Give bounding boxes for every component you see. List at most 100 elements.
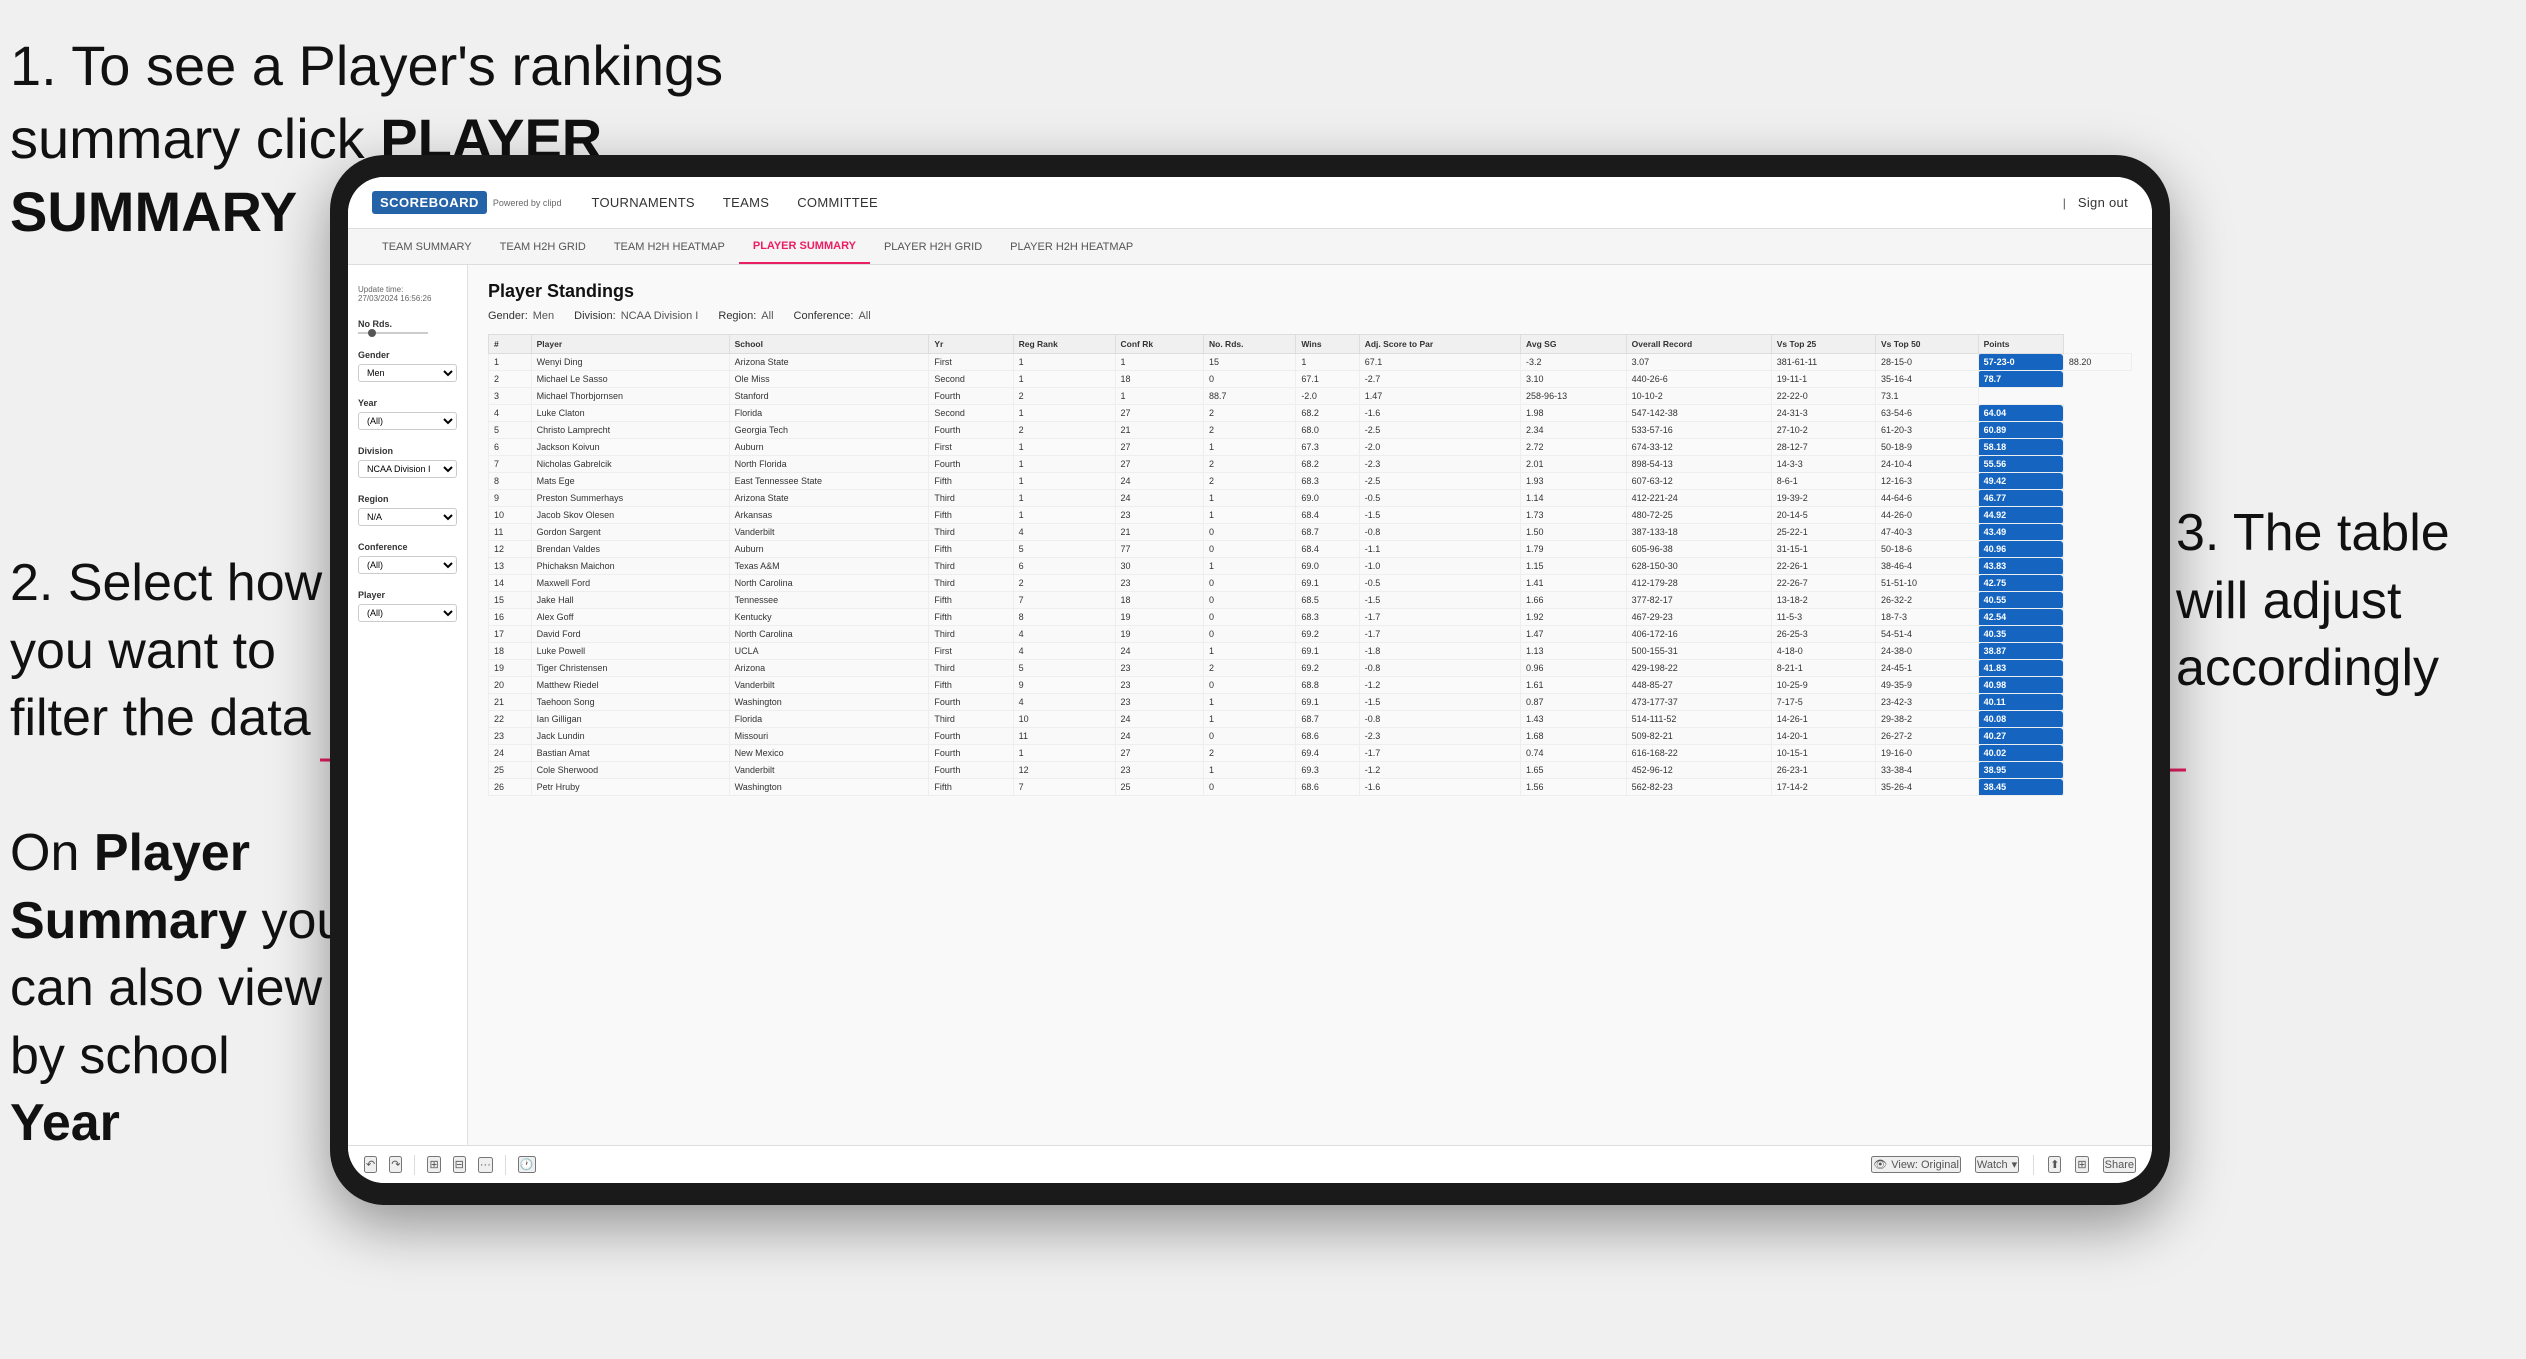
col-vs-top50: Vs Top 50 [1876,335,1979,354]
table-cell: 2 [1013,422,1115,439]
table-cell: 68.3 [1296,473,1359,490]
table-cell: 412-179-28 [1626,575,1771,592]
paste-button[interactable]: ⊟ [453,1156,466,1173]
share-button[interactable]: Share [2103,1157,2136,1173]
no-rds-slider[interactable] [358,332,457,334]
table-cell: 68.3 [1296,609,1359,626]
table-cell: -2.5 [1359,473,1520,490]
table-cell: 0 [1204,728,1296,745]
table-cell: 2 [1204,422,1296,439]
copy-button[interactable]: ⊞ [427,1156,440,1173]
table-cell: Florida [729,405,929,422]
table-cell: 3.07 [1626,354,1771,371]
table-cell: 29-38-2 [1876,711,1979,728]
nav-tournaments[interactable]: TOURNAMENTS [591,191,694,214]
tab-player-summary[interactable]: PLAYER SUMMARY [739,229,870,264]
more-button[interactable]: ··· [478,1157,493,1173]
tab-player-h2h-heatmap[interactable]: PLAYER H2H HEATMAP [996,229,1147,264]
table-cell: 88.20 [2063,354,2131,371]
table-cell: 24-31-3 [1771,405,1875,422]
table-cell: -1.1 [1359,541,1520,558]
gender-select[interactable]: Men [358,364,457,382]
table-cell: 0 [1204,541,1296,558]
table-cell: Washington [729,779,929,796]
table-cell: 26 [489,779,532,796]
table-cell: 40.35 [1978,626,2063,643]
table-cell: 1.14 [1521,490,1627,507]
table-cell: 10-10-2 [1626,388,1771,405]
filter-conference: Conference: All [794,310,871,322]
table-cell: Fourth [929,762,1013,779]
clock-button[interactable]: 🕐 [518,1156,536,1173]
table-cell: Fifth [929,541,1013,558]
table-cell: 0 [1204,626,1296,643]
col-vs-top25: Vs Top 25 [1771,335,1875,354]
table-cell: 1.68 [1521,728,1627,745]
table-cell: 12-16-3 [1876,473,1979,490]
table-cell: 24 [1115,711,1203,728]
tab-team-h2h-grid[interactable]: TEAM H2H GRID [486,229,600,264]
table-cell: 10-15-1 [1771,745,1875,762]
year-select[interactable]: (All) [358,412,457,430]
tab-team-h2h-heatmap[interactable]: TEAM H2H HEATMAP [600,229,739,264]
table-cell: Stanford [729,388,929,405]
table-cell: 77 [1115,541,1203,558]
table-cell: -3.2 [1521,354,1627,371]
watch-button[interactable]: Watch ▾ [1975,1156,2019,1173]
table-cell: Ole Miss [729,371,929,388]
table-cell: Vanderbilt [729,524,929,541]
table-cell: 23 [489,728,532,745]
table-cell: 500-155-31 [1626,643,1771,660]
nav-committee[interactable]: COMMITTEE [797,191,878,214]
table-cell: 1.73 [1521,507,1627,524]
table-cell: 1 [1204,694,1296,711]
table-cell: 19-39-2 [1771,490,1875,507]
table-cell: 0 [1204,575,1296,592]
table-cell: 30 [1115,558,1203,575]
nav-teams[interactable]: TEAMS [723,191,769,214]
tab-player-h2h-grid[interactable]: PLAYER H2H GRID [870,229,996,264]
player-select[interactable]: (All) [358,604,457,622]
conference-label: Conference [358,542,457,552]
standings-table: # Player School Yr Reg Rank Conf Rk No. … [488,334,2132,796]
table-cell: 1 [1013,507,1115,524]
table-cell: 11-5-3 [1771,609,1875,626]
region-select[interactable]: N/A [358,508,457,526]
conference-select[interactable]: (All) [358,556,457,574]
table-cell: 7 [489,456,532,473]
table-cell: 2 [1204,456,1296,473]
table-cell: Ian Gilligan [531,711,729,728]
view-original-button[interactable]: 👁 View: Original [1871,1156,1961,1173]
table-cell: 0 [1204,592,1296,609]
table-cell: 0 [1204,779,1296,796]
table-cell: 0 [1204,524,1296,541]
table-cell: 1.13 [1521,643,1627,660]
table-cell: 1.50 [1521,524,1627,541]
tab-team-summary[interactable]: TEAM SUMMARY [368,229,486,264]
table-cell: Third [929,660,1013,677]
table-cell: 18-7-3 [1876,609,1979,626]
export-button[interactable]: ⬆ [2048,1156,2061,1173]
table-cell: 23-42-3 [1876,694,1979,711]
view-icon: 👁 [1873,1158,1887,1171]
table-cell: 67.3 [1296,439,1359,456]
table-cell: 19 [1115,609,1203,626]
redo-button[interactable]: ↷ [389,1156,402,1173]
table-cell: 67.1 [1296,371,1359,388]
region-section: Region N/A [358,494,457,526]
table-cell: First [929,354,1013,371]
table-cell: 26-25-3 [1771,626,1875,643]
table-cell: David Ford [531,626,729,643]
table-cell: 47-40-3 [1876,524,1979,541]
division-select[interactable]: NCAA Division I [358,460,457,478]
table-cell: Phichaksn Maichon [531,558,729,575]
undo-button[interactable]: ↶ [364,1156,377,1173]
table-cell: 1.15 [1521,558,1627,575]
grid-button[interactable]: ⊞ [2075,1156,2088,1173]
table-cell: Florida [729,711,929,728]
table-cell: 24-45-1 [1876,660,1979,677]
table-cell: Texas A&M [729,558,929,575]
table-cell: Gordon Sargent [531,524,729,541]
table-cell: 1.61 [1521,677,1627,694]
sign-out-button[interactable]: Sign out [2078,191,2128,214]
